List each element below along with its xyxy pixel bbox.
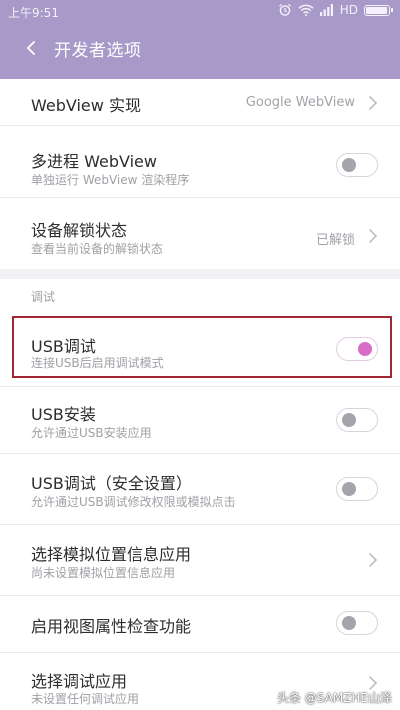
row-title: 设备解锁状态: [31, 221, 128, 240]
setting-row-usb-install[interactable]: USB安装 允许通过USB安装应用: [0, 387, 400, 454]
row-subtitle: 查看当前设备的解锁状态: [31, 242, 164, 256]
setting-row-multiprocess-webview[interactable]: 多进程 WebView 单独运行 WebView 渲染程序: [0, 126, 400, 198]
setting-row-usb-debugging[interactable]: USB调试 连接USB后启用调试模式: [0, 318, 400, 387]
row-subtitle: 连接USB后启用调试模式: [31, 356, 164, 370]
usb-debugging-toggle[interactable]: [336, 337, 378, 361]
status-bar: 上午9:51 HD: [0, 0, 400, 24]
row-subtitle: 未设置任何调试应用: [31, 692, 140, 706]
row-subtitle: 允许通过USB安装应用: [31, 426, 152, 440]
network-type: HD: [339, 3, 358, 17]
wifi-icon: [298, 4, 314, 16]
chevron-right-icon: [368, 228, 378, 244]
row-subtitle: 允许通过USB调试修改权限或模拟点击: [31, 495, 236, 509]
chevron-left-icon: [26, 40, 36, 56]
usb-debugging-secure-toggle[interactable]: [336, 477, 378, 501]
row-title: 启用视图属性检查功能: [31, 617, 192, 636]
row-subtitle: 单独运行 WebView 渲染程序: [31, 173, 190, 187]
setting-row-usb-debugging-secure[interactable]: USB调试（安全设置） 允许通过USB调试修改权限或模拟点击: [0, 454, 400, 525]
setting-row-unlock-state[interactable]: 设备解锁状态 查看当前设备的解锁状态 已解锁: [0, 198, 400, 269]
app-header: 上午9:51 HD 开发者选项: [0, 0, 400, 79]
multiprocess-webview-toggle[interactable]: [336, 153, 378, 177]
signal-icon: [319, 4, 333, 16]
status-time: 上午9:51: [8, 6, 59, 20]
battery-icon: [364, 4, 393, 16]
section-divider: [0, 269, 400, 279]
setting-row-mock-location-app[interactable]: 选择模拟位置信息应用 尚未设置模拟位置信息应用: [0, 525, 400, 596]
row-title: USB调试（安全设置）: [31, 474, 192, 493]
setting-row-view-attribute-inspection[interactable]: 启用视图属性检查功能: [0, 596, 400, 653]
chevron-right-icon: [368, 95, 378, 111]
row-value: Google WebView: [245, 95, 355, 110]
usb-install-toggle[interactable]: [336, 408, 378, 432]
row-title: 选择调试应用: [31, 672, 128, 691]
alarm-icon: [278, 3, 291, 16]
title-bar: 开发者选项: [0, 28, 400, 68]
status-icons: HD: [278, 3, 393, 17]
section-label-debug: 调试: [31, 290, 56, 304]
view-attribute-inspection-toggle[interactable]: [336, 611, 378, 635]
row-value: 已解锁: [315, 233, 355, 248]
chevron-right-icon: [368, 552, 378, 568]
row-title: 选择模拟位置信息应用: [31, 545, 192, 564]
row-title: 多进程 WebView: [31, 152, 157, 171]
back-button[interactable]: [8, 28, 54, 68]
row-title: USB安装: [31, 405, 96, 424]
watermark: 头条 @SAMZHE山泽: [276, 691, 392, 705]
row-title: WebView 实现: [31, 96, 141, 115]
setting-row-webview[interactable]: WebView 实现 Google WebView: [0, 79, 400, 126]
row-subtitle: 尚未设置模拟位置信息应用: [31, 566, 176, 580]
page-title: 开发者选项: [54, 40, 142, 61]
